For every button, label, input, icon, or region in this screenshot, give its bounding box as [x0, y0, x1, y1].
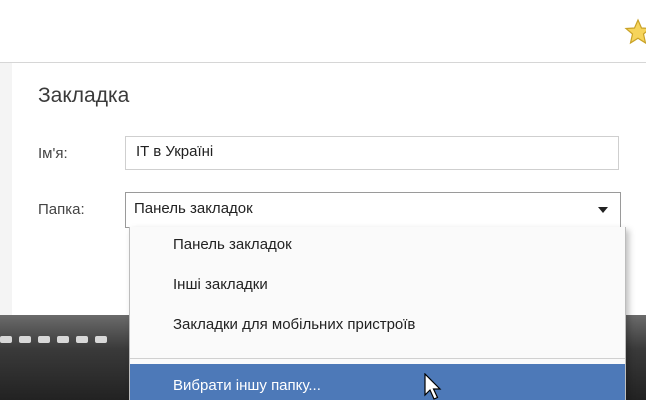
dropdown-option-other-bookmarks[interactable]: Інші закладки — [130, 267, 625, 303]
dropdown-option-bookmarks-bar[interactable]: Панель закладок — [130, 227, 625, 263]
bookmark-dialog-screen: Закладка Ім'я: IT в Україні Папка: Панел… — [0, 0, 646, 400]
folder-select-value: Панель закладок — [134, 200, 253, 217]
dropdown-option-mobile-bookmarks[interactable]: Закладки для мобільних пристроїв — [130, 307, 625, 343]
film-holes-decoration — [0, 330, 130, 344]
name-field[interactable]: IT в Україні — [125, 136, 619, 170]
dropdown-option-choose-another-folder[interactable]: Вибрати іншу папку... — [130, 364, 625, 400]
star-icon[interactable] — [624, 18, 646, 46]
cursor-icon — [424, 373, 442, 400]
name-label: Ім'я: — [38, 145, 68, 162]
folder-label: Папка: — [38, 201, 85, 218]
chevron-down-icon[interactable] — [598, 207, 608, 213]
folder-select[interactable]: Панель закладок — [125, 192, 621, 228]
dialog-title: Закладка — [38, 84, 130, 107]
dropdown-separator — [130, 358, 625, 359]
browser-toolbar — [0, 0, 646, 63]
folder-dropdown-list: Панель закладок Інші закладки Закладки д… — [129, 227, 626, 400]
